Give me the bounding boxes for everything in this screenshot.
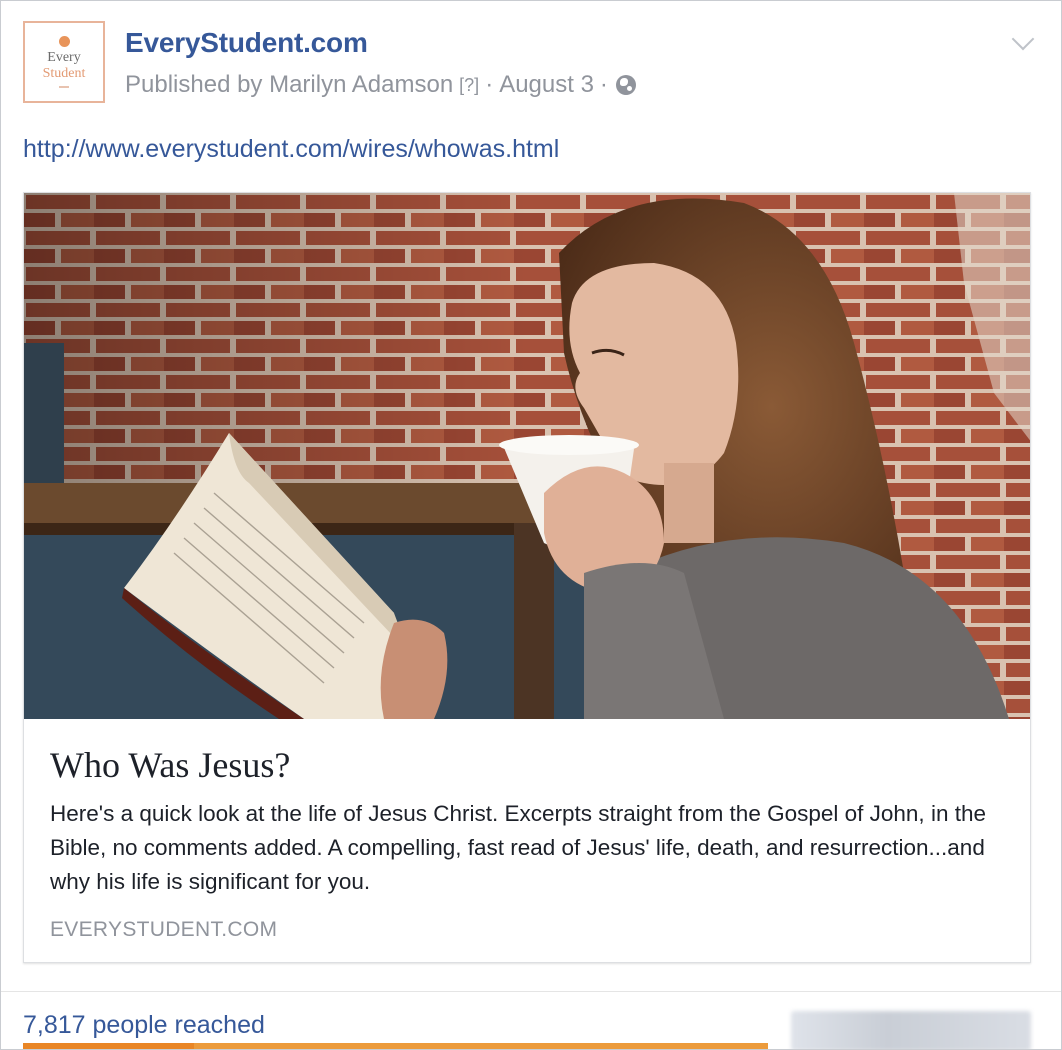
page-name-link[interactable]: EveryStudent.com: [125, 27, 368, 59]
logo-text-student: Student: [42, 66, 86, 81]
chevron-down-icon[interactable]: [1011, 27, 1035, 51]
logo-dot: [58, 36, 70, 47]
post-url-link[interactable]: http://www.everystudent.com/wires/whowas…: [23, 135, 559, 164]
boost-post-button[interactable]: [791, 1011, 1031, 1049]
help-marker[interactable]: [?]: [459, 75, 479, 96]
reach-progress-bar: [23, 1043, 768, 1049]
published-by[interactable]: Published by Marilyn Adamson: [125, 71, 453, 99]
logo-underline: [59, 86, 69, 88]
attachment-title[interactable]: Who Was Jesus?: [50, 744, 290, 786]
attachment-photo[interactable]: [24, 193, 1030, 719]
page-logo[interactable]: Every Student: [23, 21, 105, 103]
post-meta: Published by Marilyn Adamson [?] · Augus…: [125, 71, 636, 99]
globe-icon[interactable]: [615, 75, 636, 95]
post-date[interactable]: August 3: [499, 71, 594, 99]
meta-separator: ·: [599, 71, 608, 98]
link-attachment-card[interactable]: Who Was Jesus? Here's a quick look at th…: [23, 192, 1031, 963]
people-reached-link[interactable]: 7,817 people reached: [23, 1011, 265, 1040]
footer-divider: [1, 991, 1061, 992]
logo-text-every: Every: [47, 50, 81, 65]
attachment-description: Here's a quick look at the life of Jesus…: [50, 801, 986, 894]
attachment-domain: EVERYSTUDENT.COM: [50, 918, 278, 941]
facebook-post: Every Student EveryStudent.com Published…: [0, 0, 1062, 1050]
meta-separator: ·: [485, 71, 494, 98]
reach-progress-fill: [23, 1043, 195, 1049]
